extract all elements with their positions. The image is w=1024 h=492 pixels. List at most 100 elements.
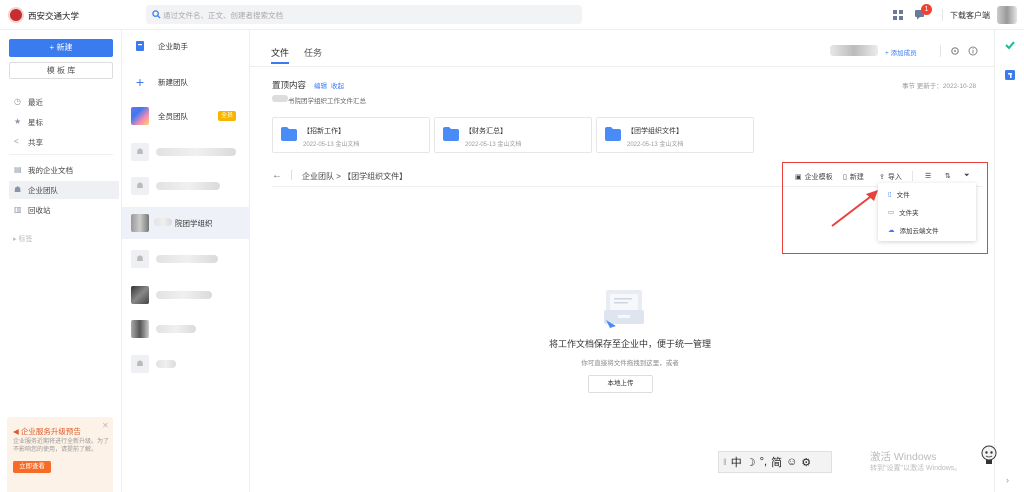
settings-icon[interactable] xyxy=(950,46,960,56)
folder-date: 2022-05-13 金山文档 xyxy=(303,142,360,148)
folder-card[interactable]: 【团学组织文件】 2022-05-13 金山文档 xyxy=(596,117,754,153)
search-input[interactable]: 通过文件名、正文、创建者搜索文档 xyxy=(146,5,582,24)
folder-date: 2022-05-13 金山文档 xyxy=(465,142,522,148)
nav-item-my-enterprise-docs[interactable]: ▤ 我的企业文档 xyxy=(9,161,119,179)
team-item-all[interactable]: 全员团队 全员 xyxy=(122,100,250,132)
assistant-icon xyxy=(131,37,149,55)
nav-item-recent[interactable]: ◷ 最近 xyxy=(9,93,119,111)
dropdown-item-cloud-file[interactable]: ☁ 添加云端文件 xyxy=(888,225,939,235)
breadcrumb[interactable]: 企业团队 > 【团学组织文件】 xyxy=(302,171,407,182)
folder-date: 2022-05-13 金山文档 xyxy=(627,142,684,148)
folder-card[interactable]: 【招新工作】 2022-05-13 金山文档 xyxy=(272,117,430,153)
redacted-label xyxy=(156,360,176,368)
nav-item-enterprise-team[interactable]: ☗ 企业团队 xyxy=(9,181,119,199)
team-avatar xyxy=(131,286,149,304)
tab-files[interactable]: 文件 xyxy=(271,46,289,59)
nav-item-label: 最近 xyxy=(28,97,43,107)
pinned-collapse-link[interactable]: 收起 xyxy=(331,80,344,90)
team-avatar: ☗ xyxy=(131,250,149,268)
back-arrow-icon[interactable]: ← xyxy=(272,170,282,181)
star-icon: ★ xyxy=(14,117,22,126)
share-icon: < xyxy=(14,137,19,146)
tab-tasks[interactable]: 任务 xyxy=(304,46,322,59)
promo-description: 企业服务近期将进行全新升级。为了不影响您的使用，请提前了解。 xyxy=(13,439,110,453)
ime-toolbar: ‖ 中 ☽ °, 简 ☺ ⚙ xyxy=(718,451,832,473)
team-item[interactable]: ☗ xyxy=(122,136,250,168)
divider xyxy=(942,9,943,21)
folder-icon: ▭ xyxy=(888,209,895,216)
local-upload-button[interactable]: 本地上传 xyxy=(588,375,653,393)
redacted-text xyxy=(272,95,288,102)
team-item[interactable]: ☗ xyxy=(122,170,250,202)
megaphone-icon: ◀ xyxy=(13,427,21,436)
punctuation-icon[interactable]: °, xyxy=(760,456,767,468)
template-library-button[interactable]: 模 板 库 xyxy=(9,62,113,79)
moon-icon[interactable]: ☽ xyxy=(746,456,756,469)
emoji-icon[interactable]: ☺ xyxy=(786,456,797,468)
member-avatars[interactable] xyxy=(830,45,878,56)
gear-icon[interactable]: ⚙ xyxy=(801,456,811,469)
nav-item-trash[interactable]: ▥ 回收站 xyxy=(9,201,119,219)
pinned-description: 书院团学组织工作文件汇总 xyxy=(288,98,366,105)
user-avatar[interactable] xyxy=(997,6,1017,24)
team-avatar: ☗ xyxy=(131,143,149,161)
cloud-icon: ☁ xyxy=(888,227,895,234)
team-avatar: ☗ xyxy=(131,355,149,373)
ime-chinese-mode[interactable]: 中 xyxy=(731,454,742,470)
doc-icon: ▤ xyxy=(14,165,22,174)
nav-item-shared[interactable]: < 共享 xyxy=(9,133,119,151)
upgrade-promo-card: ◀ 企业服务升级预告 ✕ 企业服务近期将进行全新升级。为了不影响您的使用，请提前… xyxy=(7,417,113,492)
team-avatar xyxy=(131,214,149,232)
team-label: 企业助手 xyxy=(158,42,188,51)
add-member-button[interactable]: + 添加成员 xyxy=(885,47,917,57)
calendar-icon[interactable] xyxy=(1005,69,1015,80)
team-item-active[interactable]: 院团学组织 xyxy=(122,207,250,239)
team-label: 院团学组织 xyxy=(175,219,213,228)
redacted-label xyxy=(156,325,196,333)
promo-view-button[interactable]: 立即查看 xyxy=(13,461,51,473)
apps-grid-icon[interactable] xyxy=(893,10,903,20)
assistant-robot-icon[interactable] xyxy=(979,444,999,466)
info-icon[interactable] xyxy=(968,46,978,56)
check-app-icon[interactable] xyxy=(1005,40,1015,50)
ime-simplified-mode[interactable]: 简 xyxy=(771,454,782,470)
folder-icon xyxy=(281,127,297,141)
promo-title: ◀ 企业服务升级预告 xyxy=(13,427,81,436)
plus-icon: + xyxy=(135,74,145,90)
tags-toggle[interactable]: ▸ 标签 xyxy=(13,234,32,244)
folder-name: 【财务汇总】 xyxy=(465,128,507,135)
close-icon[interactable]: ✕ xyxy=(102,421,109,430)
nav-item-label: 星标 xyxy=(28,117,43,127)
dropdown-item-folder[interactable]: ▭ 文件夹 xyxy=(888,207,919,217)
team-item[interactable] xyxy=(122,279,250,311)
dropdown-item-file[interactable]: ▯ 文件 xyxy=(888,189,910,199)
search-placeholder: 通过文件名、正文、创建者搜索文档 xyxy=(163,11,283,20)
file-icon: ▯ xyxy=(888,191,892,198)
team-item[interactable] xyxy=(122,313,250,345)
pinned-edit-link[interactable]: 编辑 xyxy=(314,80,327,90)
new-button[interactable]: + 新建 xyxy=(9,39,113,57)
team-avatar: ☗ xyxy=(131,177,149,195)
nav-item-starred[interactable]: ★ 星标 xyxy=(9,113,119,131)
all-member-badge: 全员 xyxy=(218,111,236,121)
team-list: 企业助手 + 新建团队 全员团队 全员 ☗ ☗ 院团学组织 ☗ ☗ xyxy=(122,30,250,492)
folder-card[interactable]: 【财务汇总】 2022-05-13 金山文档 xyxy=(434,117,592,153)
active-tab-indicator xyxy=(271,62,289,64)
nav-item-label: 我的企业文档 xyxy=(28,165,73,175)
team-item-assistant[interactable]: 企业助手 xyxy=(122,30,250,62)
nav-item-label: 共享 xyxy=(28,137,43,147)
chevron-right-icon[interactable]: › xyxy=(1006,475,1009,485)
ime-handle[interactable]: ‖ xyxy=(723,457,727,467)
download-client-link[interactable]: 下载客户端 xyxy=(950,10,990,21)
team-label: 新建团队 xyxy=(158,78,188,87)
folder-name: 【团学组织文件】 xyxy=(627,128,683,135)
import-dropdown-menu: ▯ 文件 ▭ 文件夹 ☁ 添加云端文件 xyxy=(878,183,976,241)
university-logo xyxy=(8,7,24,23)
team-item-new-team[interactable]: + 新建团队 xyxy=(122,66,250,98)
team-item[interactable]: ☗ xyxy=(122,243,250,275)
team-item[interactable]: ☗ xyxy=(122,348,250,380)
team-avatar xyxy=(131,107,149,125)
team-avatar xyxy=(131,320,149,338)
empty-state-illustration xyxy=(604,290,644,328)
team-label: 全员团队 xyxy=(158,112,188,121)
